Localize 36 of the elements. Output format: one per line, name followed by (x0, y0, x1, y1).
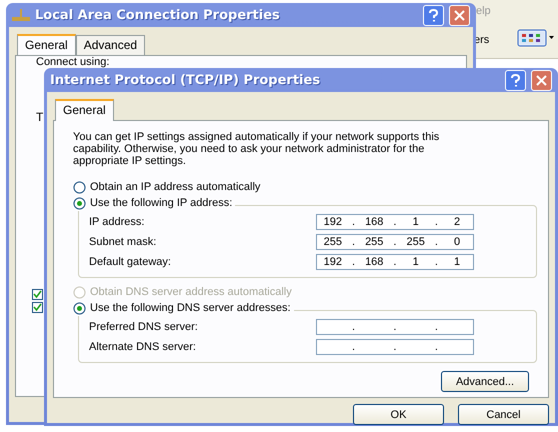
field-label: IP address: (89, 216, 146, 228)
description-text: You can get IP settings assigned automatically if your network supports this capability. Otherwise, you need to ask your network administrator for the appropriate IP settings. (73, 131, 440, 167)
ip-address-field[interactable]: . . . (316, 319, 474, 335)
ip-address-field[interactable]: 192 . 168 . 1 . 2 (316, 214, 474, 230)
help-button[interactable] (423, 4, 444, 26)
field-label: Preferred DNS server: (89, 321, 199, 333)
radio-button[interactable]: Use the following IP address: (73, 195, 236, 211)
tab[interactable]: General (55, 99, 114, 121)
question-mark-icon (510, 74, 521, 86)
question-mark-icon (428, 8, 439, 22)
close-button[interactable] (531, 70, 552, 90)
window-title: Internet Protocol (TCP/IP) Properties (50, 72, 322, 88)
field-label: Default gateway: (89, 256, 172, 268)
ip-address-field[interactable]: 255 . 255 . 255 . 0 (316, 234, 474, 250)
field-label: Alternate DNS server: (89, 341, 197, 353)
views-icon[interactable] (517, 28, 555, 48)
field-label: Connect using: (36, 56, 110, 68)
close-icon (536, 74, 547, 86)
ip-address-field[interactable]: . . . (316, 339, 474, 355)
checkbox[interactable] (32, 302, 43, 313)
close-icon (454, 10, 465, 20)
window-title: Local Area Connection Properties (35, 8, 281, 22)
radio-button[interactable]: Obtain an IP address automatically (73, 179, 264, 195)
tab[interactable]: General (17, 34, 76, 56)
dialog-button[interactable]: Cancel (458, 404, 549, 425)
radio-button[interactable]: Use the following DNS server addresses: (73, 300, 294, 316)
network-icon (12, 8, 30, 22)
field-label: T (36, 110, 44, 124)
tab[interactable]: Advanced (76, 35, 146, 55)
checkbox[interactable] (32, 289, 43, 300)
close-button[interactable] (449, 4, 470, 26)
dialog-button[interactable]: OK (353, 404, 444, 425)
ip-address-field[interactable]: 192 . 168 . 1 . 1 (316, 254, 474, 270)
field-label: Subnet mask: (89, 236, 158, 248)
advanced-button[interactable]: Advanced... (441, 371, 529, 392)
help-button[interactable] (505, 70, 526, 90)
